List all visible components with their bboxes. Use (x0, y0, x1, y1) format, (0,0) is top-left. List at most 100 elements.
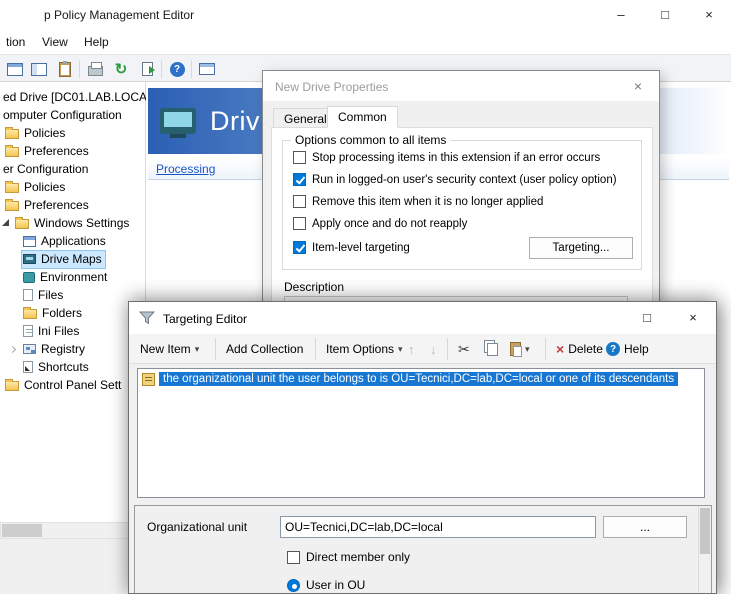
targeting-item-text: the organizational unit the user belongs… (159, 372, 678, 386)
checkbox[interactable] (293, 241, 306, 254)
tree-item-ini-files[interactable]: Ini Files (0, 322, 146, 340)
menu-view[interactable]: View (38, 34, 72, 50)
help-circle-icon: ? (606, 342, 620, 356)
new-item-button[interactable]: New Item▾ (133, 337, 206, 361)
tree-item-user-configuration[interactable]: er Configuration (0, 160, 146, 178)
properties-dialog-title: New Drive Properties (275, 80, 388, 94)
refresh-icon[interactable]: ↻ (110, 58, 132, 80)
checkbox[interactable] (287, 551, 300, 564)
copy-icon[interactable] (477, 337, 505, 361)
targeting-button[interactable]: Targeting... (529, 237, 633, 259)
tree-item-root[interactable]: ed Drive [DC01.LAB.LOCA (0, 88, 146, 106)
console-tree-panel: ed Drive [DC01.LAB.LOCA omputer Configur… (0, 82, 146, 522)
window-title: p Policy Management Editor (44, 8, 194, 22)
tree-item-folders[interactable]: Folders (0, 304, 146, 322)
console-tree-icon[interactable] (28, 58, 50, 80)
checkbox[interactable] (293, 195, 306, 208)
option-remove-when-not-applied[interactable]: Remove this item when it is no longer ap… (293, 195, 543, 208)
expander-open-icon[interactable] (2, 219, 9, 226)
tab-common[interactable]: Common (327, 106, 398, 128)
option-stop-processing[interactable]: Stop processing items in this extension … (293, 151, 600, 164)
toolbar-separator (545, 338, 546, 360)
add-collection-button[interactable]: Add Collection (219, 337, 310, 361)
chevron-down-icon: ▾ (195, 344, 200, 355)
paste-icon[interactable]: ▾ (503, 337, 537, 361)
organizational-unit-input[interactable] (280, 516, 596, 538)
tree-item-policies[interactable]: Policies (0, 124, 146, 142)
properties-dialog-titlebar: New Drive Properties × (263, 71, 659, 101)
tree-item-control-panel-settings[interactable]: Control Panel Sett (0, 376, 146, 394)
tree-item-preferences[interactable]: Preferences (0, 142, 146, 160)
chevron-down-icon: ▾ (525, 344, 530, 355)
toolbar-separator (215, 338, 216, 360)
files-icon (23, 289, 33, 301)
group-box-title: Options common to all items (291, 133, 450, 147)
tree-item-shortcuts[interactable]: Shortcuts (0, 358, 146, 376)
targeting-list-item[interactable]: the organizational unit the user belongs… (139, 370, 703, 388)
close-button[interactable]: × (687, 0, 731, 30)
user-in-ou-option[interactable]: User in OU (287, 578, 365, 592)
option-run-in-user-context[interactable]: Run in logged-on user's security context… (293, 173, 617, 186)
expander-closed-icon[interactable] (9, 345, 16, 352)
window-lower-area (0, 539, 146, 594)
toolbar-separator (191, 60, 192, 78)
tree-item-files[interactable]: Files (0, 286, 146, 304)
checkbox[interactable] (293, 217, 306, 230)
checkbox[interactable] (293, 173, 306, 186)
datagrid-icon[interactable] (196, 58, 218, 80)
processing-column-link[interactable]: Processing (156, 162, 215, 176)
detail-scrollbar[interactable] (698, 506, 711, 593)
toolbar-separator (447, 338, 448, 360)
toolbar-separator (315, 338, 316, 360)
cut-icon[interactable]: ✂ (451, 337, 477, 361)
maximize-button[interactable]: □ (643, 0, 687, 30)
move-down-icon[interactable]: ↓ (423, 337, 444, 361)
tree-item-environment[interactable]: Environment (0, 268, 146, 286)
tree-item-registry[interactable]: Registry (0, 340, 146, 358)
export-list-icon[interactable] (136, 58, 158, 80)
move-up-icon[interactable]: ↑ (401, 337, 422, 361)
tree-item-policies[interactable]: Policies (0, 178, 146, 196)
option-item-level-targeting[interactable]: Item-level targeting (293, 241, 410, 254)
minimize-button[interactable]: – (599, 0, 643, 30)
print-icon[interactable] (84, 58, 106, 80)
radio-button[interactable] (287, 579, 300, 592)
applications-icon (23, 236, 36, 247)
organizational-unit-icon (142, 373, 155, 386)
drive-banner-icon (160, 108, 196, 134)
new-drive-properties-dialog: New Drive Properties × General Common Op… (262, 70, 660, 311)
direct-member-only-option[interactable]: Direct member only (287, 550, 410, 564)
tree-item-windows-settings[interactable]: Windows Settings (0, 214, 146, 232)
tree-item-drive-maps[interactable]: Drive Maps (0, 250, 146, 268)
description-label: Description (284, 280, 344, 294)
scrollbar-thumb[interactable] (700, 508, 710, 554)
window-icon[interactable] (4, 58, 26, 80)
item-detail-panel: Organizational unit ... Direct member on… (134, 505, 712, 594)
registry-icon (23, 344, 36, 354)
menu-help[interactable]: Help (80, 34, 113, 50)
help-icon[interactable]: ? (166, 58, 188, 80)
checkbox[interactable] (293, 151, 306, 164)
targeting-items-list[interactable]: the organizational unit the user belongs… (137, 368, 705, 498)
banner-title: Driv (210, 106, 260, 137)
shortcuts-icon (23, 361, 33, 373)
scrollbar-thumb[interactable] (2, 524, 42, 537)
tree-item-applications[interactable]: Applications (0, 232, 146, 250)
browse-button[interactable]: ... (603, 516, 687, 538)
folder-icon (5, 201, 19, 211)
menu-bar: tion View Help (0, 30, 731, 54)
tree-item-preferences[interactable]: Preferences (0, 196, 146, 214)
clipboard-icon[interactable] (54, 58, 76, 80)
menu-action[interactable]: tion (2, 34, 29, 50)
help-button[interactable]: ? Help (599, 337, 656, 361)
targeting-editor-titlebar: Targeting Editor □ × (129, 302, 716, 334)
close-icon[interactable]: × (623, 75, 653, 97)
option-apply-once[interactable]: Apply once and do not reapply (293, 217, 467, 230)
item-options-button[interactable]: Item Options▾ (319, 337, 410, 361)
tree-horizontal-scrollbar[interactable] (0, 522, 146, 539)
close-button[interactable]: × (670, 302, 716, 334)
folders-icon (23, 309, 37, 319)
maximize-button[interactable]: □ (624, 302, 670, 334)
tree-item-computer-configuration[interactable]: omputer Configuration (0, 106, 146, 124)
drive-maps-icon (23, 254, 36, 264)
